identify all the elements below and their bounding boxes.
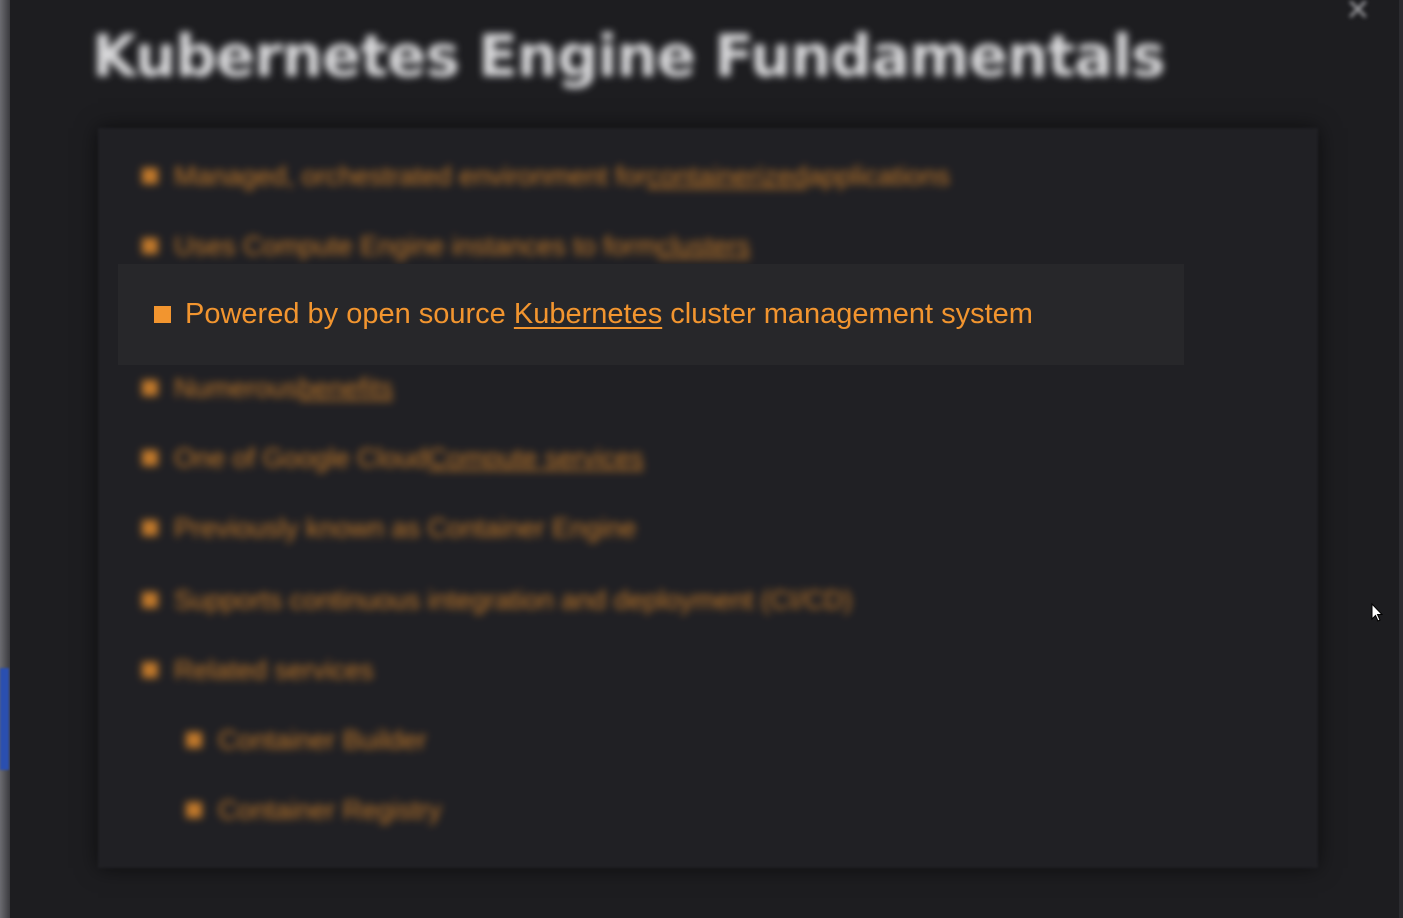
bullet-square-icon [142, 380, 158, 396]
bullet-square-icon [186, 802, 202, 818]
modal-title: Kubernetes Engine Fundamentals [92, 22, 1166, 90]
bullet-item: Uses Compute Engine instances to form cl… [142, 226, 750, 266]
close-button[interactable]: ✕ [1336, 0, 1380, 28]
sub-bullet-item: Container Builder [186, 720, 427, 760]
bullet-item: Managed, orchestrated environment for co… [142, 156, 950, 196]
bullet-item: One of Google Cloud Compute services [142, 438, 644, 478]
focused-bullet-row: Powered by open source Kubernetes cluste… [118, 264, 1184, 365]
bullet-square-icon [142, 592, 158, 608]
mouse-cursor-icon [1371, 603, 1383, 622]
page: ✕ Kubernetes Engine Fundamentals Managed… [0, 0, 1403, 918]
bullet-link[interactable]: Compute services [428, 443, 644, 474]
kubernetes-link[interactable]: Kubernetes [514, 298, 662, 331]
bullet-item: Supports continuous integration and depl… [142, 580, 852, 620]
sub-bullet-item: Container Registry [186, 790, 442, 830]
lesson-modal: ✕ Kubernetes Engine Fundamentals Managed… [10, 0, 1399, 918]
bullet-square-icon [142, 238, 158, 254]
bullet-item: Previously known as Container Engine [142, 508, 636, 548]
background-page-edge [0, 0, 10, 918]
close-icon: ✕ [1345, 0, 1371, 28]
bullet-square-icon [142, 450, 158, 466]
bullet-link[interactable]: benefits [299, 373, 394, 404]
background-right-edge [1399, 0, 1403, 918]
content-panel: Managed, orchestrated environment for co… [98, 128, 1318, 868]
bullet-link[interactable]: containerized [647, 161, 808, 192]
bullet-item: Numerous benefits [142, 368, 393, 408]
bullet-item: Related services [142, 650, 374, 690]
bullet-item-focused: Powered by open source Kubernetes cluste… [154, 294, 1033, 334]
bullet-square-icon [142, 520, 158, 536]
bullet-link[interactable]: clusters [657, 231, 750, 262]
bullet-square-icon [142, 662, 158, 678]
bullet-square-icon [154, 305, 171, 323]
bullet-square-icon [186, 732, 202, 748]
background-page-blue-element [0, 668, 9, 770]
bullet-square-icon [142, 168, 158, 184]
